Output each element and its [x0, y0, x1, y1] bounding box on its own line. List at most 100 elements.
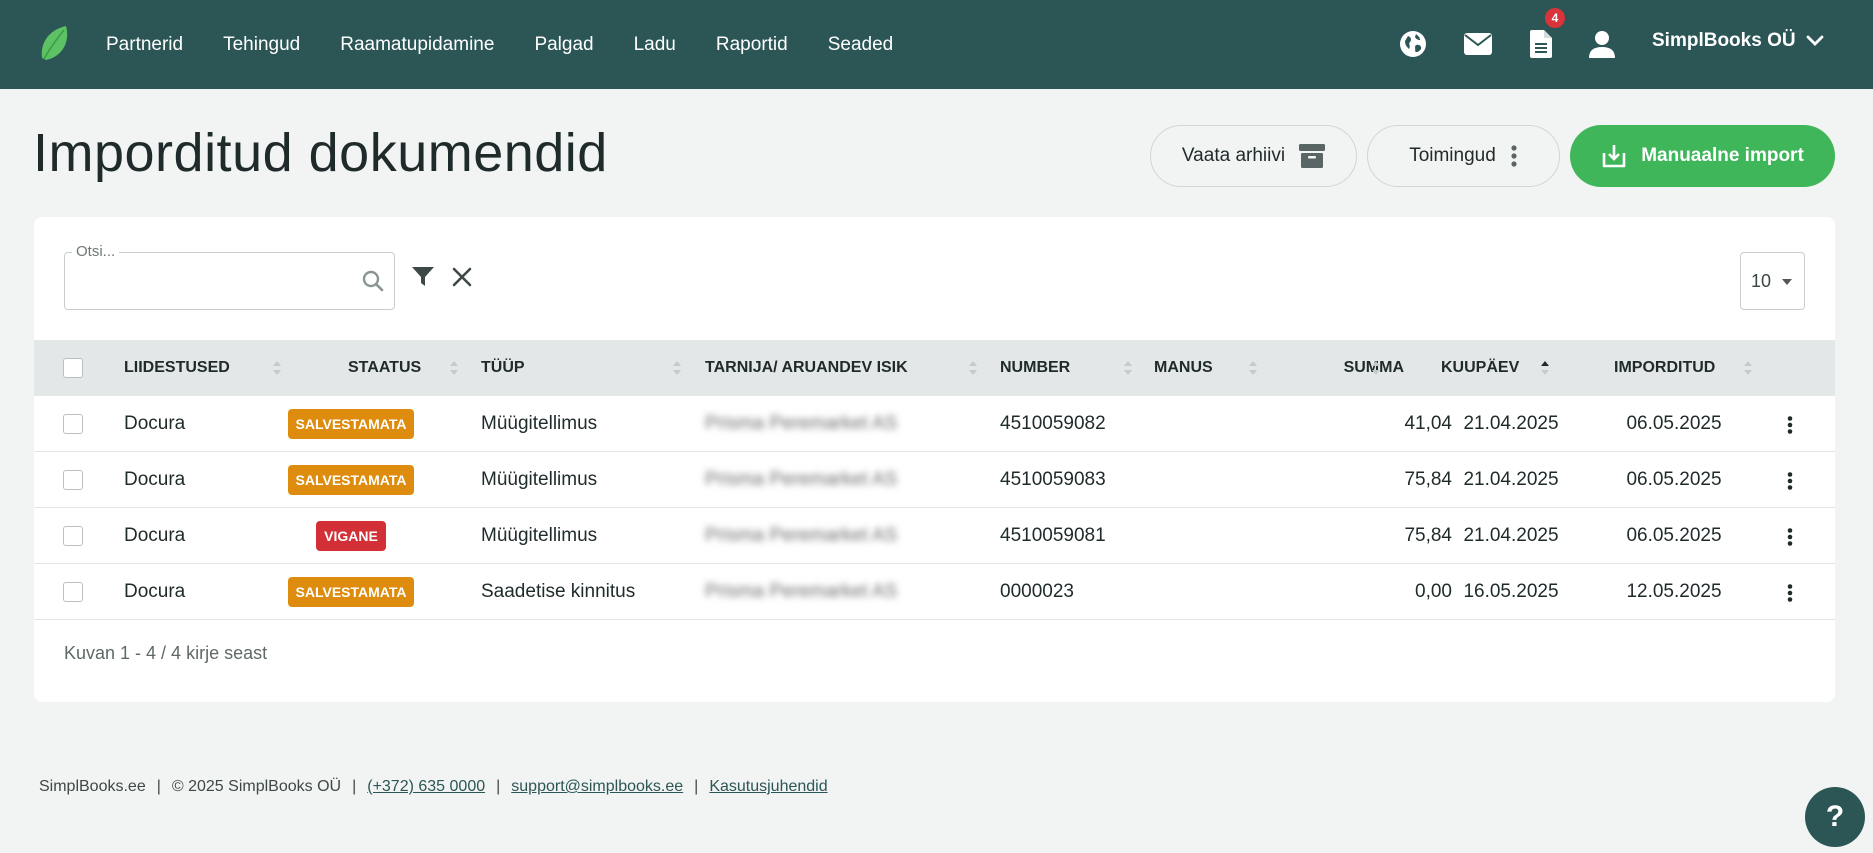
search-icon[interactable] — [361, 269, 385, 298]
nav-item-raportid[interactable]: Raportid — [696, 34, 808, 56]
row-checkbox[interactable] — [63, 582, 83, 602]
sort-icon[interactable] — [1743, 358, 1753, 378]
sort-icon[interactable] — [1123, 358, 1133, 378]
search-input[interactable]: Otsi... — [64, 243, 395, 310]
more-vertical-icon — [1510, 145, 1518, 167]
view-archive-button[interactable]: Vaata arhiivi — [1150, 125, 1357, 187]
page-footer: SimplBooks.ee | © 2025 SimplBooks OÜ | (… — [39, 778, 828, 796]
column-header-integrations[interactable]: LIIDESTUSED — [124, 340, 230, 396]
nav-item-palgad[interactable]: Palgad — [514, 34, 613, 56]
row-menu-icon[interactable] — [1787, 528, 1793, 546]
main-menu: Partnerid Tehingud Raamatupidamine Palga… — [86, 0, 913, 89]
actions-label: Toimingud — [1409, 145, 1496, 166]
nav-item-raamatupidamine[interactable]: Raamatupidamine — [320, 34, 514, 56]
clear-filter-icon[interactable] — [452, 267, 472, 292]
date-cell: 21.04.2025 — [1463, 525, 1559, 546]
footer-guides-link[interactable]: Kasutusjuhendid — [709, 778, 827, 796]
column-header-status[interactable]: STAATUS — [348, 340, 421, 396]
supplier-cell: Prisma Peremarket AS — [705, 525, 898, 546]
table-row[interactable]: Docura SALVESTAMATA Saadetise kinnitus P… — [34, 564, 1835, 620]
date-cell: 16.05.2025 — [1463, 581, 1559, 602]
status-badge: SALVESTAMATA — [287, 577, 415, 607]
sort-icon[interactable] — [968, 358, 978, 378]
integration-cell: Docura — [124, 469, 186, 490]
footer-separator: | — [496, 778, 501, 795]
imported-cell: 12.05.2025 — [1626, 581, 1722, 602]
table-row[interactable]: Docura SALVESTAMATA Müügitellimus Prisma… — [34, 396, 1835, 452]
footer-separator: | — [156, 778, 161, 795]
footer-copyright: © 2025 SimplBooks OÜ — [171, 778, 342, 795]
sort-icon[interactable] — [672, 358, 682, 378]
date-cell: 21.04.2025 — [1463, 469, 1559, 490]
imported-cell: 06.05.2025 — [1626, 469, 1722, 490]
column-header-amount[interactable]: SUMMA — [1304, 340, 1404, 396]
manual-import-button[interactable]: Manuaalne import — [1570, 125, 1835, 187]
chevron-down-icon — [1806, 35, 1823, 46]
company-name: SimplBooks OÜ — [1652, 30, 1796, 51]
status-cell: SALVESTAMATA — [287, 564, 415, 620]
top-navigation: Partnerid Tehingud Raamatupidamine Palga… — [0, 0, 1873, 89]
nav-item-partnerid[interactable]: Partnerid — [86, 34, 203, 56]
footer-separator: | — [694, 778, 699, 795]
nav-item-ladu[interactable]: Ladu — [614, 34, 696, 56]
status-badge: VIGANE — [316, 521, 386, 551]
actions-button[interactable]: Toimingud — [1367, 125, 1560, 187]
table-row[interactable]: Docura VIGANE Müügitellimus Prisma Perem… — [34, 508, 1835, 564]
manual-import-label: Manuaalne import — [1641, 145, 1804, 166]
date-cell: 21.04.2025 — [1463, 413, 1559, 434]
column-header-date[interactable]: KUUPÄEV — [1441, 340, 1519, 396]
notification-badge: 4 — [1545, 8, 1565, 28]
nav-item-tehingud[interactable]: Tehingud — [203, 34, 320, 56]
simplbooks-logo-icon[interactable] — [38, 24, 72, 64]
page-size-value: 10 — [1751, 270, 1772, 291]
sort-icon[interactable] — [1248, 358, 1258, 378]
number-cell[interactable]: 0000023 — [1000, 564, 1074, 620]
filter-icon[interactable] — [412, 267, 434, 292]
type-cell: Saadetise kinnitus — [481, 581, 636, 602]
sort-ascending-icon[interactable] — [1540, 358, 1550, 378]
company-menu[interactable]: SimplBooks OÜ — [1652, 30, 1824, 52]
page-title: Imporditud dokumendid — [33, 123, 608, 183]
mail-icon[interactable] — [1461, 27, 1495, 61]
integration-cell: Docura — [124, 413, 186, 434]
user-icon[interactable] — [1585, 27, 1619, 61]
import-icon — [1601, 143, 1627, 169]
status-cell: VIGANE — [290, 508, 412, 564]
column-header-imported[interactable]: IMPORDITUD — [1614, 340, 1715, 396]
type-cell: Müügitellimus — [481, 525, 598, 546]
imported-cell: 06.05.2025 — [1626, 413, 1722, 434]
column-header-supplier[interactable]: TARNIJA/ ARUANDEV ISIK — [705, 340, 908, 396]
status-cell: SALVESTAMATA — [287, 452, 415, 508]
globe-icon[interactable] — [1396, 27, 1430, 61]
document-icon[interactable] — [1524, 27, 1558, 61]
row-menu-icon[interactable] — [1787, 472, 1793, 490]
sort-icon[interactable] — [1371, 358, 1381, 378]
nav-item-seaded[interactable]: Seaded — [808, 34, 914, 56]
row-checkbox[interactable] — [63, 526, 83, 546]
amount-cell: 75,84 — [1404, 525, 1452, 546]
page-size-select[interactable]: 10 — [1740, 252, 1805, 310]
column-header-attachment[interactable]: MANUS — [1154, 340, 1213, 396]
sort-icon[interactable] — [272, 358, 282, 378]
amount-cell: 0,00 — [1415, 581, 1452, 602]
footer-separator: | — [352, 778, 357, 795]
documents-card: Otsi... 10 LIIDESTUSED STAATUS TÜÜP TARN… — [34, 217, 1835, 702]
select-all-checkbox[interactable] — [63, 358, 83, 378]
caret-down-icon — [1782, 279, 1792, 285]
row-menu-icon[interactable] — [1787, 584, 1793, 602]
amount-cell: 75,84 — [1404, 469, 1452, 490]
table-row[interactable]: Docura SALVESTAMATA Müügitellimus Prisma… — [34, 452, 1835, 508]
help-button[interactable]: ? — [1805, 787, 1865, 847]
number-cell[interactable]: 4510059083 — [1000, 452, 1106, 508]
column-header-number[interactable]: NUMBER — [1000, 340, 1070, 396]
row-checkbox[interactable] — [63, 470, 83, 490]
row-menu-icon[interactable] — [1787, 416, 1793, 434]
column-header-type[interactable]: TÜÜP — [481, 340, 525, 396]
sort-icon[interactable] — [449, 358, 459, 378]
footer-site: SimplBooks.ee — [39, 778, 146, 795]
footer-email-link[interactable]: support@simplbooks.ee — [511, 778, 683, 796]
number-cell[interactable]: 4510059082 — [1000, 396, 1106, 452]
row-checkbox[interactable] — [63, 414, 83, 434]
number-cell[interactable]: 4510059081 — [1000, 508, 1106, 564]
footer-phone-link[interactable]: (+372) 635 0000 — [367, 778, 485, 796]
